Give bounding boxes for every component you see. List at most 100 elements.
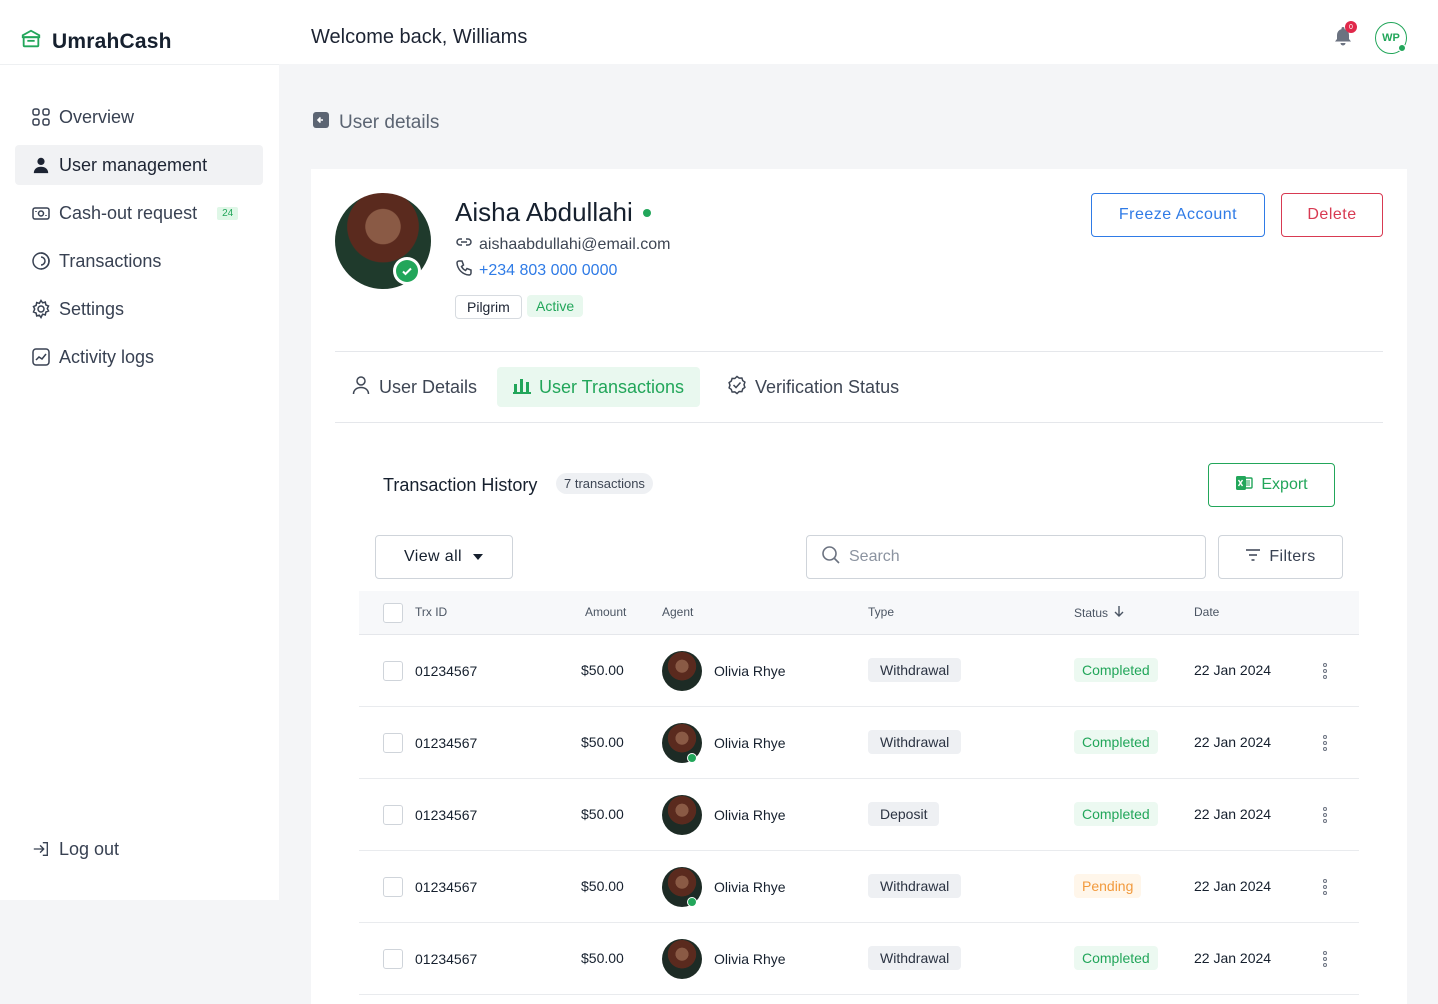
sidebar-item-settings[interactable]: Settings bbox=[15, 289, 263, 329]
date-cell: 22 Jan 2024 bbox=[1194, 806, 1272, 822]
status-badge: Completed bbox=[1074, 658, 1158, 682]
tab-label: Verification Status bbox=[755, 376, 900, 397]
sidebar-item-overview[interactable]: Overview bbox=[15, 97, 263, 137]
trx-id-cell: 01234567 bbox=[415, 735, 478, 751]
logout-label: Log out bbox=[59, 838, 120, 859]
column-header-trx-id: Trx ID bbox=[415, 605, 448, 619]
agent-avatar bbox=[662, 795, 702, 835]
amount-cell: $50.00 bbox=[581, 878, 624, 894]
notification-count-badge: 0 bbox=[1345, 21, 1357, 33]
profile-email[interactable]: aishaabdullahi@email.com bbox=[479, 236, 670, 254]
amount-cell: $50.00 bbox=[581, 950, 624, 966]
agent-online-dot bbox=[687, 753, 697, 763]
sidebar-item-user-management[interactable]: User management bbox=[15, 145, 263, 185]
column-header-type: Type bbox=[868, 605, 895, 619]
status-badge: Active bbox=[527, 295, 584, 317]
sidebar-item-label: Activity logs bbox=[59, 346, 155, 367]
more-options-icon[interactable] bbox=[1323, 879, 1327, 895]
more-options-icon[interactable] bbox=[1323, 807, 1327, 823]
export-button[interactable]: Export bbox=[1208, 463, 1335, 507]
more-options-icon[interactable] bbox=[1323, 663, 1327, 679]
logout-icon bbox=[31, 839, 51, 859]
sidebar-item-activity-logs[interactable]: Activity logs bbox=[15, 337, 263, 377]
transactions-icon bbox=[31, 251, 51, 271]
row-checkbox[interactable] bbox=[383, 949, 403, 969]
user-icon bbox=[31, 155, 51, 175]
more-options-icon[interactable] bbox=[1323, 951, 1327, 967]
back-arrow-icon[interactable] bbox=[313, 112, 329, 134]
tab-user-transactions[interactable]: User Transactions bbox=[497, 367, 701, 407]
sort-down-arrow-icon bbox=[1114, 605, 1124, 620]
date-cell: 22 Jan 2024 bbox=[1194, 734, 1272, 750]
tabs-bottom-divider bbox=[335, 422, 1383, 423]
type-badge: Withdrawal bbox=[868, 874, 962, 898]
type-badge: Withdrawal bbox=[868, 658, 962, 682]
online-status-dot bbox=[642, 208, 651, 217]
profile-phone[interactable]: +234 803 000 0000 bbox=[479, 262, 617, 280]
trx-id-cell: 01234567 bbox=[415, 951, 478, 967]
brand-divider bbox=[0, 64, 279, 65]
table-row[interactable]: 01234567 $50.00 Olivia Rhye Deposit Comp… bbox=[359, 779, 1359, 851]
status-badge: Completed bbox=[1074, 946, 1158, 970]
table-row[interactable]: 01234567 $50.00 Olivia Rhye Withdrawal C… bbox=[359, 635, 1359, 707]
amount-cell: $50.00 bbox=[581, 734, 624, 750]
grid-icon bbox=[31, 107, 51, 127]
tab-user-details[interactable]: User Details bbox=[335, 367, 493, 407]
agent-name-cell: Olivia Rhye bbox=[714, 951, 786, 967]
status-badge: Pending bbox=[1074, 874, 1142, 898]
view-all-dropdown[interactable]: View all bbox=[375, 535, 513, 579]
link-icon bbox=[455, 235, 473, 254]
trx-id-cell: 01234567 bbox=[415, 807, 478, 823]
sidebar-item-cash-out-request[interactable]: Cash-out request 24 bbox=[15, 193, 263, 233]
agent-avatar bbox=[662, 651, 702, 691]
brand-logo[interactable]: UmrahCash bbox=[20, 28, 172, 55]
filters-button[interactable]: Filters bbox=[1218, 535, 1343, 579]
more-options-icon[interactable] bbox=[1323, 735, 1327, 751]
online-status-dot bbox=[1398, 44, 1406, 52]
sidebar-item-label: Settings bbox=[59, 298, 125, 319]
type-badge: Withdrawal bbox=[868, 946, 962, 970]
filters-label: Filters bbox=[1269, 548, 1316, 565]
profile-email-row: aishaabdullahi@email.com bbox=[455, 235, 670, 254]
trx-id-cell: 01234567 bbox=[415, 663, 478, 679]
row-checkbox[interactable] bbox=[383, 877, 403, 897]
page-header: User details bbox=[313, 112, 439, 134]
sidebar-item-label: User management bbox=[59, 154, 208, 175]
logout-button[interactable]: Log out bbox=[15, 829, 263, 869]
excel-icon bbox=[1235, 474, 1254, 497]
row-checkbox[interactable] bbox=[383, 733, 403, 753]
trx-id-cell: 01234567 bbox=[415, 879, 478, 895]
search-input[interactable] bbox=[849, 548, 1189, 566]
tab-verification-status[interactable]: Verification Status bbox=[711, 367, 915, 407]
tab-label: User Details bbox=[379, 376, 478, 397]
select-all-checkbox[interactable] bbox=[383, 603, 403, 623]
agent-name-cell: Olivia Rhye bbox=[714, 807, 786, 823]
agent-name-cell: Olivia Rhye bbox=[714, 879, 786, 895]
wallet-logo-icon bbox=[20, 28, 42, 55]
bar-chart-icon bbox=[513, 376, 531, 399]
user-details-card: Aisha Abdullahi aishaabdullahi@email.com… bbox=[311, 169, 1407, 1004]
row-checkbox[interactable] bbox=[383, 805, 403, 825]
agent-name-cell: Olivia Rhye bbox=[714, 735, 786, 751]
transaction-history-title: Transaction History bbox=[383, 475, 538, 495]
freeze-account-button[interactable]: Freeze Account bbox=[1091, 193, 1265, 237]
agent-online-dot bbox=[687, 897, 697, 907]
search-icon bbox=[821, 545, 841, 570]
table-row[interactable]: 01234567 $50.00 Olivia Rhye Withdrawal C… bbox=[359, 923, 1359, 995]
sidebar-item-label: Transactions bbox=[59, 250, 162, 271]
activity-icon bbox=[31, 347, 51, 367]
profile-phone-row: +234 803 000 0000 bbox=[455, 259, 617, 282]
tab-label: User Transactions bbox=[539, 376, 685, 397]
sidebar-item-transactions[interactable]: Transactions bbox=[15, 241, 263, 281]
verified-outline-icon bbox=[727, 375, 747, 400]
row-checkbox[interactable] bbox=[383, 661, 403, 681]
column-header-date: Date bbox=[1194, 605, 1220, 619]
welcome-message: Welcome back, Williams bbox=[311, 26, 528, 48]
column-header-status[interactable]: Status bbox=[1074, 605, 1124, 620]
table-row[interactable]: 01234567 $50.00 Olivia Rhye Withdrawal C… bbox=[359, 707, 1359, 779]
verified-badge bbox=[393, 257, 421, 285]
table-row[interactable]: 01234567 $50.00 Olivia Rhye Withdrawal P… bbox=[359, 851, 1359, 923]
gear-icon bbox=[31, 299, 51, 319]
cash-icon bbox=[31, 203, 51, 223]
delete-button[interactable]: Delete bbox=[1281, 193, 1383, 237]
